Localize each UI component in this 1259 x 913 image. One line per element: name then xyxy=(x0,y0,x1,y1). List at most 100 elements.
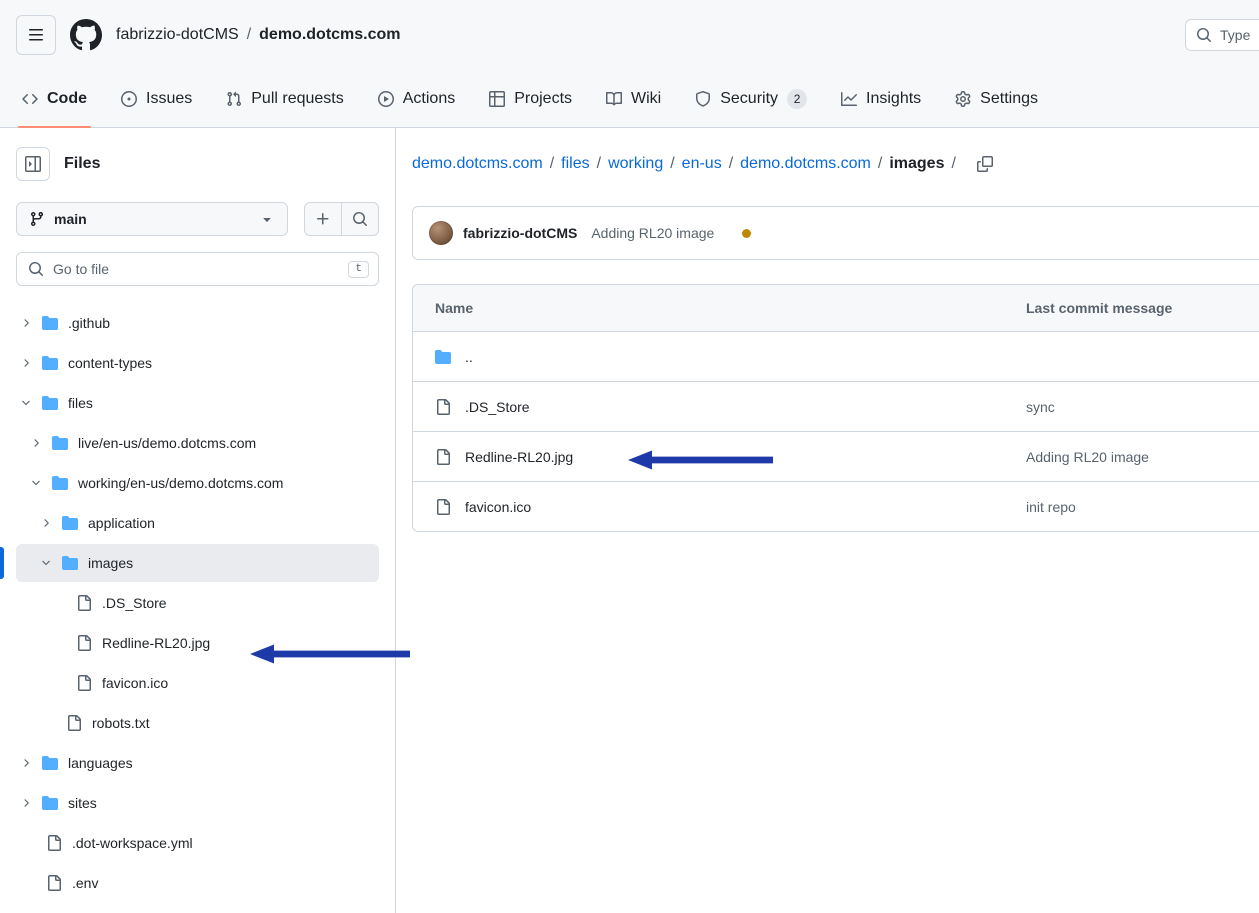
tree-item-redline-rl20-jpg[interactable]: Redline-RL20.jpg xyxy=(16,624,379,662)
breadcrumb-link-en-us[interactable]: en-us xyxy=(682,155,722,173)
tree-item-label: sites xyxy=(68,795,97,811)
content-area: Files main Go to file t .githubcontent-t… xyxy=(0,128,1259,913)
commit-message-link[interactable]: Adding RL20 image xyxy=(591,225,714,241)
tree-item-languages[interactable]: languages xyxy=(16,744,379,782)
commit-message-link[interactable]: Adding RL20 image xyxy=(1026,449,1149,465)
tree-item-env[interactable]: .env xyxy=(16,864,379,902)
tree-action-buttons xyxy=(304,202,379,236)
repo-owner-link[interactable]: fabrizzio-dotCMS xyxy=(116,26,239,44)
search-icon xyxy=(1196,27,1212,43)
file-link[interactable]: Redline-RL20.jpg xyxy=(465,449,573,465)
tab-security[interactable]: Security2 xyxy=(681,70,821,127)
column-last-commit-message: Last commit message xyxy=(1026,300,1259,316)
tree-item-label: .dot-workspace.yml xyxy=(72,835,193,851)
tree-item-label: working/en-us/demo.dotcms.com xyxy=(78,475,283,491)
tree-item-robots-txt[interactable]: robots.txt xyxy=(16,704,379,742)
folder-icon xyxy=(62,515,78,531)
file-table-header: Name Last commit message xyxy=(413,285,1259,331)
tree-item-live-en-us-demo-dotcms-com[interactable]: live/en-us/demo.dotcms.com xyxy=(16,424,379,462)
avatar[interactable] xyxy=(429,221,453,245)
graph-icon xyxy=(841,91,857,107)
file-name-cell: Redline-RL20.jpg xyxy=(435,449,1026,465)
tab-insights[interactable]: Insights xyxy=(827,70,935,127)
tree-item-label: content-types xyxy=(68,355,152,371)
tab-code[interactable]: Code xyxy=(8,70,101,127)
branch-name: main xyxy=(54,211,87,227)
breadcrumb-link-working[interactable]: working xyxy=(608,155,663,173)
tree-item-label: images xyxy=(88,555,133,571)
tree-item-favicon-ico[interactable]: favicon.ico xyxy=(16,664,379,702)
sidebar-collapse-icon xyxy=(25,156,41,172)
file-icon xyxy=(76,675,92,691)
tree-item-sites[interactable]: sites xyxy=(16,784,379,822)
tab-wiki[interactable]: Wiki xyxy=(592,70,675,127)
github-mark-icon xyxy=(70,19,102,51)
tab-pull-requests[interactable]: Pull requests xyxy=(212,70,358,127)
tree-item-github[interactable]: .github xyxy=(16,304,379,342)
security-count-badge: 2 xyxy=(787,89,807,109)
repo-name-link[interactable]: demo.dotcms.com xyxy=(259,26,400,44)
app-header: fabrizzio-dotCMS / demo.dotcms.com Type xyxy=(0,0,1259,70)
tab-issues[interactable]: Issues xyxy=(107,70,206,127)
search-icon xyxy=(28,261,44,277)
commit-message-link[interactable]: sync xyxy=(1026,399,1055,415)
file-link[interactable]: .. xyxy=(465,349,473,365)
github-logo[interactable] xyxy=(70,19,102,51)
tree-item-working-en-us-demo-dotcms-com[interactable]: working/en-us/demo.dotcms.com xyxy=(16,464,379,502)
breadcrumb-separator: / xyxy=(247,26,251,44)
breadcrumb-link-demo-dotcms-com[interactable]: demo.dotcms.com xyxy=(740,155,871,173)
branch-selector[interactable]: main xyxy=(16,202,288,236)
latest-commit-bar: fabrizzio-dotCMS Adding RL20 image xyxy=(412,206,1259,260)
tree-item-content-types[interactable]: content-types xyxy=(16,344,379,382)
add-file-button[interactable] xyxy=(304,202,342,236)
tree-item-images[interactable]: images xyxy=(16,544,379,582)
hamburger-menu-button[interactable] xyxy=(16,15,56,55)
commit-status-dot[interactable] xyxy=(742,229,751,238)
tab-label: Code xyxy=(47,90,87,108)
file-name-cell: favicon.ico xyxy=(435,499,1026,515)
global-search-input[interactable]: Type xyxy=(1185,19,1259,51)
tab-label: Insights xyxy=(866,90,921,108)
file-link[interactable]: .DS_Store xyxy=(465,399,530,415)
tree-item-application[interactable]: application xyxy=(16,504,379,542)
go-to-file-input[interactable]: Go to file t xyxy=(16,252,379,286)
file-icon xyxy=(46,875,62,891)
commit-message-link[interactable]: init repo xyxy=(1026,499,1076,515)
folder-icon xyxy=(42,795,58,811)
chevron-right-icon xyxy=(30,437,42,449)
file-icon xyxy=(46,835,62,851)
search-tree-button[interactable] xyxy=(341,202,379,236)
tab-actions[interactable]: Actions xyxy=(364,70,469,127)
folder-icon xyxy=(52,435,68,451)
chevron-down-icon xyxy=(259,211,275,227)
tree-item-dot-workspace-yml[interactable]: .dot-workspace.yml xyxy=(16,824,379,862)
book-icon xyxy=(606,91,622,107)
tree-item-ds-store[interactable]: .DS_Store xyxy=(16,584,379,622)
tree-item-files[interactable]: files xyxy=(16,384,379,422)
file-icon xyxy=(435,499,451,515)
chevron-right-icon xyxy=(20,797,32,809)
chevron-right-icon xyxy=(20,357,32,369)
tree-item-label: .github xyxy=(68,315,110,331)
breadcrumb-link-demo-dotcms-com[interactable]: demo.dotcms.com xyxy=(412,155,543,173)
sidebar-controls: main xyxy=(16,202,379,236)
tab-projects[interactable]: Projects xyxy=(475,70,586,127)
commit-author-link[interactable]: fabrizzio-dotCMS xyxy=(463,225,577,241)
tree-item-label: .DS_Store xyxy=(102,595,167,611)
tree-item-label: languages xyxy=(68,755,133,771)
breadcrumb-separator: / xyxy=(878,155,882,173)
commit-message-cell: Adding RL20 image xyxy=(1026,449,1259,465)
breadcrumb-link-files[interactable]: files xyxy=(561,155,589,173)
search-icon xyxy=(352,211,368,227)
copy-path-button[interactable] xyxy=(973,152,997,176)
chevron-right-icon xyxy=(40,517,52,529)
tab-label: Issues xyxy=(146,90,192,108)
collapse-file-tree-button[interactable] xyxy=(16,147,50,181)
git-branch-icon xyxy=(29,211,45,227)
file-table: Name Last commit message .. .DS_Store sync… xyxy=(412,284,1259,532)
file-link[interactable]: favicon.ico xyxy=(465,499,531,515)
file-row-ds-store: .DS_Store sync xyxy=(413,381,1259,431)
pr-icon xyxy=(226,91,242,107)
tab-settings[interactable]: Settings xyxy=(941,70,1052,127)
hamburger-icon xyxy=(28,27,44,43)
